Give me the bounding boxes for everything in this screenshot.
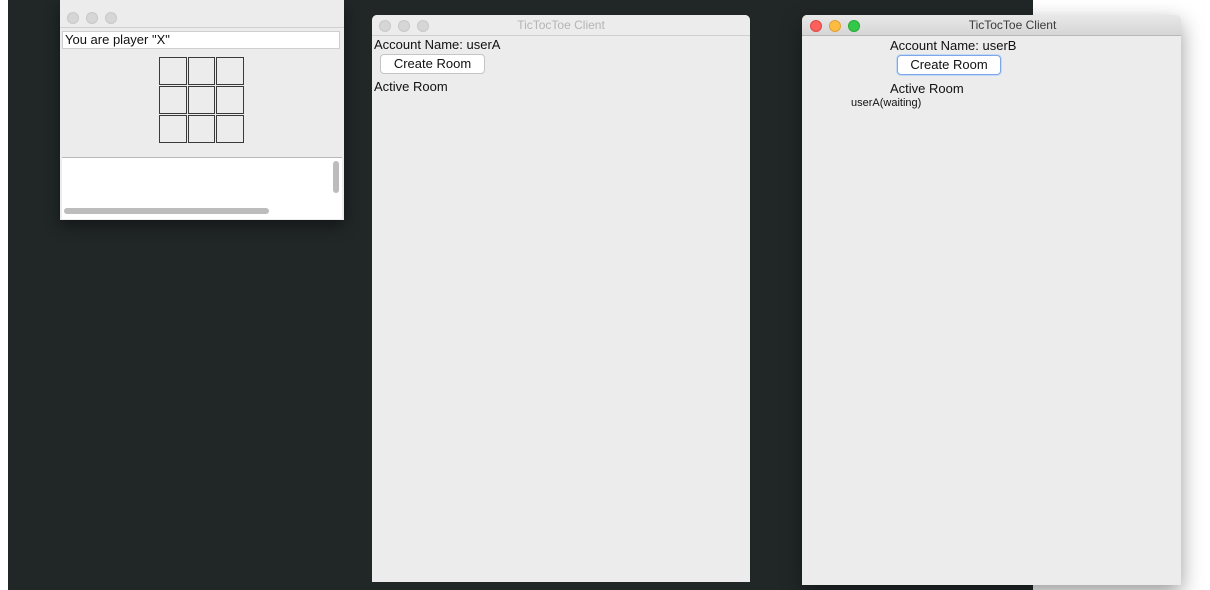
client-window-userb: TicTocToe Client Account Name: userB Cre…: [802, 15, 1181, 585]
board-cell-3[interactable]: [216, 57, 244, 85]
game-window: You are player "X": [60, 0, 344, 220]
room-list-item[interactable]: userA(waiting): [851, 97, 921, 109]
create-room-button[interactable]: Create Room: [897, 55, 1001, 75]
horizontal-scrollbar[interactable]: [64, 208, 269, 214]
active-room-label: Active Room: [374, 79, 448, 94]
active-room-label: Active Room: [890, 81, 964, 96]
board-cell-6[interactable]: [216, 86, 244, 114]
board-cell-2[interactable]: [187, 57, 216, 85]
board-cell-9[interactable]: [216, 115, 244, 143]
client-b-titlebar[interactable]: TicTocToe Client: [802, 15, 1181, 36]
minimize-icon[interactable]: [829, 20, 841, 32]
vertical-scrollbar[interactable]: [333, 161, 339, 193]
board-cell-4[interactable]: [159, 86, 187, 114]
window-title: TicTocToe Client: [517, 18, 605, 32]
board-cell-8[interactable]: [187, 115, 216, 143]
minimize-icon[interactable]: [86, 12, 98, 24]
zoom-icon[interactable]: [105, 12, 117, 24]
message-log-area[interactable]: [62, 157, 342, 219]
create-room-button[interactable]: Create Room: [380, 54, 485, 74]
board-cell-5[interactable]: [187, 86, 216, 114]
room-list[interactable]: [374, 97, 744, 117]
player-status-field[interactable]: You are player "X": [62, 31, 340, 49]
client-a-titlebar[interactable]: TicTocToe Client: [372, 15, 750, 36]
close-icon[interactable]: [810, 20, 822, 32]
window-title: TicTocToe Client: [968, 18, 1057, 32]
room-list: userA(waiting): [851, 96, 1051, 112]
close-icon[interactable]: [67, 12, 79, 24]
account-name-label: Account Name: userA: [374, 37, 501, 52]
game-window-titlebar[interactable]: [60, 0, 344, 28]
board-cell-7[interactable]: [159, 115, 187, 143]
account-name-label: Account Name: userB: [890, 38, 1017, 53]
tictactoe-board: [159, 57, 244, 143]
board-cell-1[interactable]: [159, 57, 187, 85]
client-window-usera: TicTocToe Client Account Name: userA Cre…: [372, 15, 750, 582]
